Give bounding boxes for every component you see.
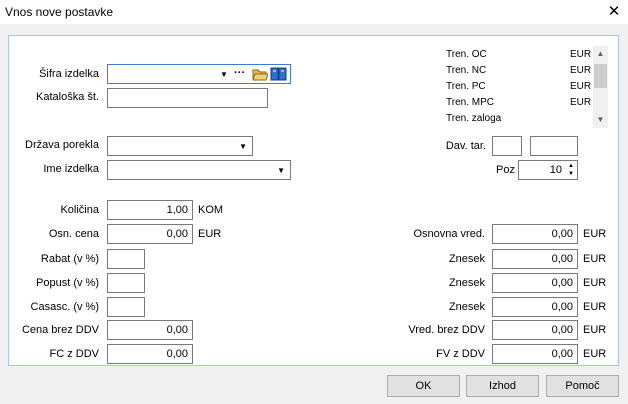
info-label: Tren. OC: [446, 49, 487, 60]
info-value: EUR: [570, 65, 592, 76]
info-label: Tren. PC: [446, 81, 486, 92]
fv-unit: EUR: [583, 348, 607, 360]
cena-brez-value: 0,00: [166, 324, 188, 336]
fv-input[interactable]: 0,00: [492, 344, 578, 364]
title-bar: Vnos nove postavke ✕: [0, 0, 628, 24]
vred-brez-value: 0,00: [551, 324, 573, 336]
info-value: EUR: [570, 49, 592, 60]
kataloska-label: Kataloška št.: [36, 91, 99, 103]
kolicina-input[interactable]: 1,00: [107, 200, 193, 220]
znesek-value: 0,00: [551, 277, 573, 289]
cena-brez-input[interactable]: 0,00: [107, 320, 193, 340]
dav-input-2[interactable]: [530, 136, 578, 156]
znesek-input[interactable]: 0,00: [492, 273, 578, 293]
znesek-unit: EUR: [583, 253, 607, 265]
kataloska-input[interactable]: [107, 88, 268, 108]
znesek-label: Znesek: [448, 301, 485, 313]
scroll-thumb[interactable]: [594, 64, 607, 88]
kolicina-value: 1,00: [166, 204, 188, 216]
sifra-combobox[interactable]: ▼ ···: [107, 64, 291, 84]
popust-label: Popust (v %): [36, 277, 99, 289]
znesek-input[interactable]: 0,00: [492, 249, 578, 269]
sifra-label: Šifra izdelka: [39, 68, 99, 80]
znesek-label: Znesek: [448, 253, 485, 265]
ok-button[interactable]: OK: [387, 375, 460, 397]
fv-value: 0,00: [551, 348, 573, 360]
vred-brez-unit: EUR: [583, 324, 607, 336]
close-icon[interactable]: ✕: [604, 2, 624, 22]
more-button[interactable]: ···: [234, 67, 245, 79]
ime-select[interactable]: ▼: [107, 160, 291, 180]
osn-cena-input[interactable]: 0,00: [107, 224, 193, 244]
poz-value: 10: [549, 164, 562, 176]
scroll-up-icon[interactable]: ▲: [593, 48, 608, 60]
drzava-select[interactable]: ▼: [107, 136, 253, 156]
cena-brez-label: Cena brez DDV: [21, 324, 99, 336]
info-label: Tren. zaloga: [446, 113, 502, 124]
book-icon[interactable]: [270, 66, 288, 85]
fv-label: FV z DDV: [436, 348, 485, 360]
spin-up-icon[interactable]: ▲: [566, 162, 576, 170]
osnovna-input[interactable]: 0,00: [492, 224, 578, 244]
poz-spin[interactable]: ▲ ▼: [566, 162, 576, 178]
fc-label: FC z DDV: [49, 348, 100, 360]
folder-open-icon[interactable]: [252, 66, 269, 85]
osnovna-unit: EUR: [583, 228, 607, 240]
info-label: Tren. NC: [446, 65, 487, 76]
rabat-label: Rabat (v %): [40, 253, 99, 265]
scroll-down-icon[interactable]: ▼: [593, 114, 608, 126]
fc-value: 0,00: [166, 348, 188, 360]
info-value: EUR: [570, 81, 592, 92]
spin-down-icon[interactable]: ▼: [566, 170, 576, 178]
izhod-button[interactable]: Izhod: [466, 375, 539, 397]
kolicina-label: Količina: [60, 204, 99, 216]
pomoc-button[interactable]: Pomoč: [546, 375, 619, 397]
kolicina-unit: KOM: [198, 204, 224, 216]
drzava-label: Država porekla: [25, 139, 99, 151]
chevron-down-icon[interactable]: ▼: [277, 166, 285, 175]
poz-stepper[interactable]: 10 ▲ ▼: [518, 160, 578, 180]
znesek-input[interactable]: 0,00: [492, 297, 578, 317]
chevron-down-icon[interactable]: ▼: [220, 70, 228, 79]
casasc-input[interactable]: [107, 297, 145, 317]
popust-input[interactable]: [107, 273, 145, 293]
znesek-unit: EUR: [583, 301, 607, 313]
osn-cena-label: Osn. cena: [48, 228, 99, 240]
znesek-unit: EUR: [583, 277, 607, 289]
osn-cena-unit: EUR: [198, 228, 222, 240]
info-label: Tren. MPC: [446, 97, 494, 108]
znesek-label: Znesek: [448, 277, 485, 289]
chevron-down-icon[interactable]: ▼: [239, 142, 247, 151]
info-scrollbar[interactable]: ▲ ▼: [593, 46, 608, 128]
info-value: EUR: [570, 97, 592, 108]
ime-label: Ime izdelka: [43, 163, 99, 175]
osnovna-value: 0,00: [551, 228, 573, 240]
rabat-input[interactable]: [107, 249, 145, 269]
fc-input[interactable]: 0,00: [107, 344, 193, 364]
dav-input-1[interactable]: [492, 136, 522, 156]
vred-brez-label: Vred. brez DDV: [408, 324, 485, 336]
osnovna-label: Osnovna vred.: [413, 228, 485, 240]
znesek-value: 0,00: [551, 253, 573, 265]
osn-cena-value: 0,00: [166, 228, 188, 240]
znesek-value: 0,00: [551, 301, 573, 313]
casasc-label: Casasc. (v %): [30, 301, 99, 313]
poz-label: Poz: [496, 164, 515, 176]
window-title: Vnos nove postavke: [5, 5, 114, 19]
vred-brez-input[interactable]: 0,00: [492, 320, 578, 340]
dav-label: Dav. tar.: [445, 140, 486, 152]
